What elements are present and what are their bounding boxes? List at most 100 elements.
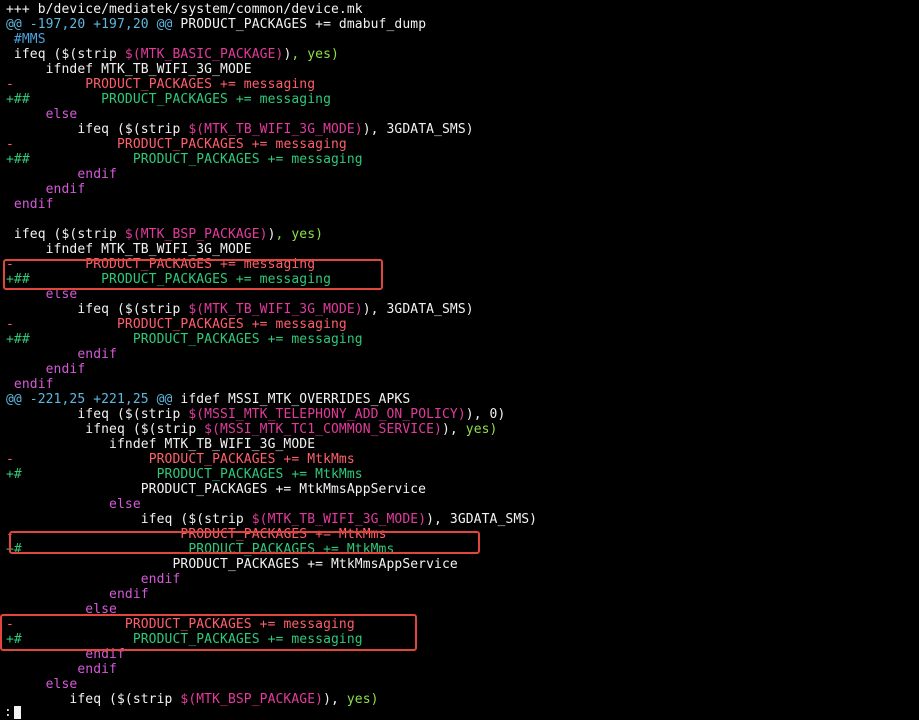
diff-line: endif: [6, 572, 181, 587]
diff-line: endif: [6, 662, 117, 677]
diff-segment: , yes): [291, 47, 339, 62]
diff-segment: ifeq ($(strip: [6, 302, 189, 317]
diff-segment: PRODUCT_PACKAGES += messaging: [29, 332, 363, 347]
diff-segment: endif: [6, 197, 54, 212]
diff-segment: PRODUCT_PACKAGES += dmabuf_dump: [172, 17, 427, 32]
diff-line: +++ b/device/mediatek/system/common/devi…: [6, 2, 363, 17]
diff-segment: -: [6, 137, 14, 152]
diff-segment: , yes): [275, 227, 324, 242]
diff-line: - PRODUCT_PACKAGES += messaging: [6, 617, 355, 632]
diff-line: +# PRODUCT_PACKAGES += MtkMms: [6, 467, 363, 482]
diff-line: #MMS: [6, 32, 46, 47]
diff-line: - PRODUCT_PACKAGES += messaging: [6, 137, 347, 152]
diff-line: endif: [6, 647, 125, 662]
diff-line: ifeq ($(strip $(MTK_TB_WIFI_3G_MODE)), 3…: [6, 512, 537, 527]
diff-segment: else: [6, 602, 117, 617]
diff-line: ifndef MTK_TB_WIFI_3G_MODE: [6, 437, 315, 452]
diff-line: +## PRODUCT_PACKAGES += messaging: [6, 152, 363, 167]
diff-segment: +##: [6, 152, 30, 167]
diff-line: - PRODUCT_PACKAGES += MtkMms: [6, 452, 355, 467]
diff-line: endif: [6, 197, 54, 212]
diff-line: +## PRODUCT_PACKAGES += messaging: [6, 332, 363, 347]
diff-line: ifeq ($(strip $(MTK_TB_WIFI_3G_MODE)), 3…: [6, 122, 474, 137]
diff-segment: endif: [6, 662, 117, 677]
diff-line: ifeq ($(strip $(MTK_BASIC_PACKAGE)), yes…: [6, 47, 339, 62]
diff-segment: PRODUCT_PACKAGES += messaging: [29, 92, 331, 107]
diff-segment: else: [6, 287, 78, 302]
diff-segment: -: [6, 452, 14, 467]
diff-line: endif: [6, 377, 54, 392]
diff-segment: ifeq ($(strip: [6, 227, 125, 242]
diff-line: ifeq ($(strip $(MTK_TB_WIFI_3G_MODE)), 3…: [6, 302, 474, 317]
diff-segment: else: [6, 677, 78, 692]
diff-segment: $(MTK_BSP_PACKAGE): [180, 692, 324, 707]
diff-line: PRODUCT_PACKAGES += MtkMmsAppService: [6, 482, 426, 497]
diff-segment: +#: [6, 632, 22, 647]
diff-segment: PRODUCT_PACKAGES += messaging: [29, 152, 363, 167]
diff-segment: ifndef MTK_TB_WIFI_3G_MODE: [6, 242, 252, 257]
diff-segment: PRODUCT_PACKAGES += messaging: [13, 257, 316, 272]
diff-segment: -: [6, 257, 14, 272]
diff-segment: -: [6, 527, 14, 542]
diff-segment: PRODUCT_PACKAGES += messaging: [29, 272, 331, 287]
diff-line: endif: [6, 167, 117, 182]
diff-segment: yes): [465, 422, 498, 437]
diff-segment: endif: [6, 587, 149, 602]
diff-segment: @@ -221,25 +221,25 @@: [6, 392, 173, 407]
diff-segment: ifeq ($(strip: [6, 512, 252, 527]
diff-segment: endif: [6, 347, 117, 362]
diff-line: endif: [6, 347, 117, 362]
diff-line: endif: [6, 587, 149, 602]
diff-line: ifeq ($(strip $(MTK_BSP_PACKAGE)), yes): [6, 227, 323, 242]
diff-line: +# PRODUCT_PACKAGES += MtkMms: [6, 542, 394, 557]
diff-line: else: [6, 497, 141, 512]
diff-line: +## PRODUCT_PACKAGES += messaging: [6, 272, 331, 287]
diff-segment: endif: [6, 647, 125, 662]
diff-segment: endif: [6, 572, 181, 587]
diff-line: ifneq ($(strip $(MSSI_MTK_TC1_COMMON_SER…: [6, 422, 497, 437]
text-cursor[interactable]: [14, 706, 21, 719]
diff-segment: PRODUCT_PACKAGES += MtkMmsAppService: [6, 482, 427, 497]
diff-line: endif: [6, 362, 86, 377]
diff-segment: +##: [6, 272, 30, 287]
diff-line: - PRODUCT_PACKAGES += messaging: [6, 257, 315, 272]
diff-segment: else: [6, 107, 78, 122]
diff-segment: ifeq ($(strip: [6, 47, 125, 62]
diff-segment: PRODUCT_PACKAGES += messaging: [13, 77, 316, 92]
diff-line: ifndef MTK_TB_WIFI_3G_MODE: [6, 242, 252, 257]
diff-segment: endif: [6, 167, 117, 182]
diff-segment: ), 0): [465, 407, 506, 422]
diff-segment: -: [6, 77, 14, 92]
diff-segment: ),: [323, 692, 347, 707]
diff-segment: yes): [346, 692, 379, 707]
diff-segment: +##: [6, 92, 30, 107]
diff-segment: -: [6, 617, 14, 632]
diff-segment: PRODUCT_PACKAGES += messaging: [13, 137, 347, 152]
diff-segment: $(MTK_BSP_PACKAGE): [124, 227, 268, 242]
diff-segment: endif: [6, 362, 86, 377]
diff-line: ifndef MTK_TB_WIFI_3G_MODE: [6, 62, 252, 77]
diff-segment: ), 3GDATA_SMS): [362, 122, 474, 137]
diff-segment: PRODUCT_PACKAGES += messaging: [13, 317, 347, 332]
terminal-window: +++ b/device/mediatek/system/common/devi…: [0, 0, 919, 720]
diff-segment: #MMS: [6, 32, 46, 47]
diff-segment: +#: [6, 467, 22, 482]
diff-segment: PRODUCT_PACKAGES += messaging: [13, 617, 355, 632]
diff-segment: +++ b/device/mediatek/system/common/devi…: [6, 2, 363, 17]
diff-segment: PRODUCT_PACKAGES += MtkMms: [13, 527, 387, 542]
diff-segment: ),: [441, 422, 466, 437]
diff-segment: ifeq ($(strip: [6, 407, 189, 422]
diff-segment: ): [267, 227, 276, 242]
diff-segment: ifeq ($(strip: [6, 122, 189, 137]
diff-segment: +##: [6, 332, 30, 347]
diff-segment: PRODUCT_PACKAGES += MtkMms: [13, 452, 355, 467]
diff-line: +# PRODUCT_PACKAGES += messaging: [6, 632, 363, 647]
pager-prompt: :: [4, 705, 12, 720]
diff-line: ifeq ($(strip $(MSSI_MTK_TELEPHONY_ADD_O…: [6, 407, 505, 422]
diff-line: @@ -221,25 +221,25 @@ ifdef MSSI_MTK_OVE…: [6, 392, 410, 407]
diff-line: - PRODUCT_PACKAGES += MtkMms: [6, 527, 387, 542]
diff-segment: endif: [6, 377, 54, 392]
diff-segment: endif: [6, 182, 86, 197]
diff-segment: PRODUCT_PACKAGES += MtkMms: [21, 542, 395, 557]
diff-segment: ), 3GDATA_SMS): [426, 512, 538, 527]
